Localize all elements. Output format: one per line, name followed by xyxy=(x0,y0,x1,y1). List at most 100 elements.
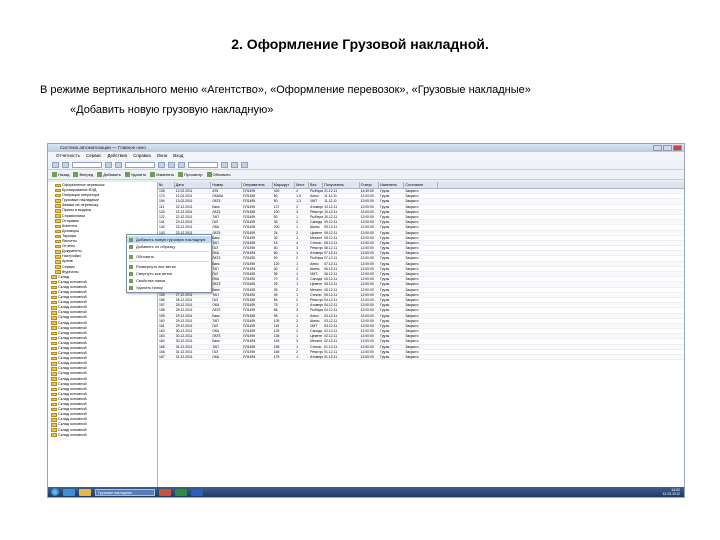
toolbar-button[interactable] xyxy=(115,161,122,168)
folder-icon xyxy=(55,209,61,213)
action-label: Изменить xyxy=(156,172,175,177)
column-header[interactable]: Маршрут xyxy=(273,182,296,188)
action-edit[interactable]: Изменить xyxy=(150,172,174,177)
context-menu-item[interactable]: Обновить xyxy=(127,253,211,260)
table-cell: ПЛ1495 xyxy=(242,329,256,334)
table-cell: Банк xyxy=(212,261,220,266)
action-back[interactable]: Назад xyxy=(52,172,69,177)
excel-icon[interactable] xyxy=(175,488,187,496)
context-menu-item[interactable]: Свойства папки xyxy=(127,277,211,284)
column-header[interactable]: Получатель xyxy=(323,182,360,188)
ie-icon[interactable] xyxy=(63,488,75,496)
table-cell: Ремстрой xyxy=(310,297,323,302)
action-refresh[interactable]: Обновить xyxy=(206,172,231,177)
taskbar-active-window[interactable]: Грузовые накладные xyxy=(95,488,155,496)
context-menu-item[interactable]: Добавить по образцу xyxy=(127,243,211,250)
table-cell: 50 xyxy=(273,214,278,219)
toolbar-field[interactable] xyxy=(72,161,102,168)
folder-icon xyxy=(55,239,61,244)
table-cell: 50 xyxy=(273,194,278,199)
action-forward[interactable]: Вперед xyxy=(73,172,93,177)
toolbar-field[interactable] xyxy=(125,161,155,168)
app-icon[interactable] xyxy=(159,488,171,496)
table-cell: Закрыто xyxy=(405,194,419,199)
column-header[interactable]: Мест xyxy=(295,182,310,188)
context-menu-item[interactable]: Удалить папку xyxy=(127,284,211,291)
folder-icon xyxy=(51,433,57,437)
maximize-icon[interactable] xyxy=(663,145,672,151)
table-cell: 50 xyxy=(273,199,278,204)
toolbar-button[interactable] xyxy=(231,161,238,168)
menu-item[interactable]: Сервис xyxy=(86,152,101,160)
toolbar-button[interactable] xyxy=(52,161,59,168)
table-cell: 3 xyxy=(296,277,299,282)
context-menu-item[interactable]: Добавить новую грузовую накладную xyxy=(127,236,211,243)
table-cell: Грузы xyxy=(380,349,390,354)
column-header[interactable]: Вес xyxy=(309,182,324,188)
search-input[interactable] xyxy=(188,161,218,168)
folder-icon xyxy=(55,260,61,264)
context-menu-item[interactable]: Свернуть все ветки xyxy=(127,270,211,277)
start-button[interactable] xyxy=(51,488,59,496)
minimize-icon[interactable] xyxy=(653,145,662,151)
table-cell: 3 xyxy=(296,246,299,251)
action-add[interactable]: Добавить xyxy=(97,172,121,177)
table-cell: ПЛ1495 xyxy=(242,297,256,302)
toolbar-button[interactable] xyxy=(241,161,248,168)
table-cell: ГАЗ xyxy=(212,220,219,225)
table-cell: 06.12.11 xyxy=(324,272,338,276)
menu-item[interactable]: Действия xyxy=(107,152,127,160)
column-header[interactable]: Состояние xyxy=(404,182,438,188)
action-delete[interactable]: Удалить xyxy=(124,172,146,177)
menu-item[interactable]: Справка xyxy=(133,152,151,160)
table-cell: 120 xyxy=(273,261,280,266)
toolbar-button[interactable] xyxy=(168,161,175,168)
action-view[interactable]: Просмотр xyxy=(178,172,203,177)
table-cell: Закрыто xyxy=(405,313,419,318)
menubar: Отчетность Сервис Действия Справка Окна … xyxy=(48,152,684,160)
data-grid: № Дата Номер Отправитель Маршрут Мест Вес Получ… xyxy=(158,182,684,487)
word-icon[interactable] xyxy=(191,488,203,496)
table-cell: ТАП xyxy=(212,318,219,323)
table-cell: ТАП xyxy=(212,266,219,271)
table-cell: Рыбпром xyxy=(310,256,323,261)
column-header[interactable]: Изменено xyxy=(379,182,405,188)
column-header[interactable]: Отправитель xyxy=(242,182,273,188)
table-cell: Грузы xyxy=(380,355,390,359)
context-menu-item[interactable]: Развернуть все ветки xyxy=(127,263,211,270)
folder-icon xyxy=(51,285,57,290)
tree-item[interactable]: Склад основной xyxy=(49,433,156,438)
table-cell: 155 xyxy=(159,292,165,297)
folder-icon xyxy=(51,392,57,397)
table-cell: 2 xyxy=(296,256,299,261)
table-cell: Алюз xyxy=(310,313,319,318)
close-icon[interactable] xyxy=(673,145,682,151)
table-cell: 175 xyxy=(273,355,280,359)
table-cell: Банк xyxy=(212,313,220,318)
table-cell: Грузы xyxy=(380,292,390,297)
table-cell: 420 xyxy=(273,189,280,193)
toolbar-button[interactable] xyxy=(62,161,69,168)
column-header[interactable]: № xyxy=(158,182,175,188)
folder-icon xyxy=(55,234,61,239)
folder-icon[interactable] xyxy=(79,488,91,496)
table-cell: ПЛ1495 xyxy=(242,256,256,261)
toolbar-button[interactable] xyxy=(178,161,185,168)
toolbar-button[interactable] xyxy=(105,161,112,168)
table-cell: 160 xyxy=(159,318,165,323)
table-cell: Грузы xyxy=(380,246,390,251)
column-header[interactable]: Дата xyxy=(175,182,212,188)
menu-item[interactable]: Отчетность xyxy=(56,152,80,160)
column-header[interactable]: Статус xyxy=(360,182,380,188)
toolbar-button[interactable] xyxy=(158,161,165,168)
folder-icon xyxy=(51,407,57,412)
toolbar-button[interactable] xyxy=(221,161,228,168)
table-cell: Закрыто xyxy=(405,261,419,266)
table-row[interactable]: 167 31.12.2011 ОКА ПЛ1495 175 1 Атомпром01.12.… xyxy=(158,355,684,361)
column-header[interactable]: Номер xyxy=(211,182,242,188)
table-cell: 25 xyxy=(273,282,278,287)
table-cell: Закрыто xyxy=(405,246,419,251)
menu-item[interactable]: Вход xyxy=(173,152,183,160)
menu-item[interactable]: Окна xyxy=(157,152,167,160)
folder-icon xyxy=(51,387,57,392)
